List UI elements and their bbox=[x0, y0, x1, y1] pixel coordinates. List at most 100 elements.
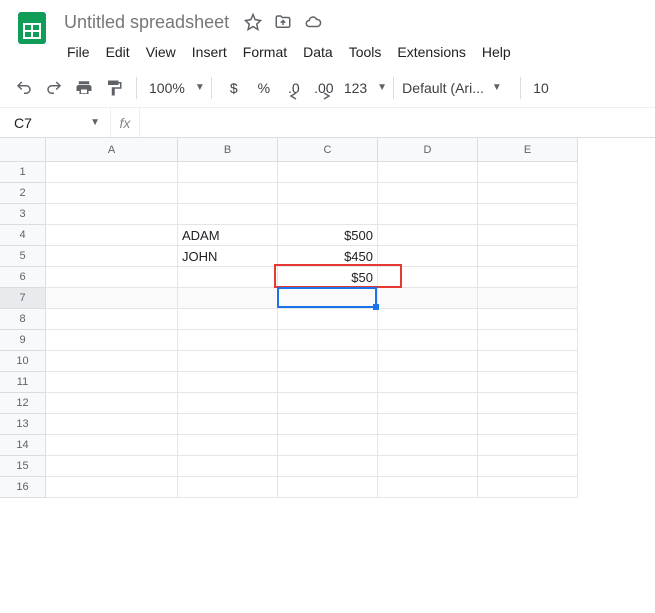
cell-E4[interactable] bbox=[478, 225, 578, 246]
currency-button[interactable]: $ bbox=[220, 74, 248, 102]
column-header-C[interactable]: C bbox=[278, 138, 378, 162]
cell-E14[interactable] bbox=[478, 435, 578, 456]
cell-D5[interactable] bbox=[378, 246, 478, 267]
column-header-B[interactable]: B bbox=[178, 138, 278, 162]
cell-A12[interactable] bbox=[46, 393, 178, 414]
menu-insert[interactable]: Insert bbox=[185, 40, 234, 64]
menu-file[interactable]: File bbox=[60, 40, 97, 64]
row-header-3[interactable]: 3 bbox=[0, 204, 46, 225]
row-header-1[interactable]: 1 bbox=[0, 162, 46, 183]
cell-C6[interactable]: $50 bbox=[278, 267, 378, 288]
cell-C13[interactable] bbox=[278, 414, 378, 435]
name-box[interactable]: C7 ▼ bbox=[0, 115, 110, 131]
cell-B4[interactable]: ADAM bbox=[178, 225, 278, 246]
print-button[interactable] bbox=[70, 74, 98, 102]
cell-B3[interactable] bbox=[178, 204, 278, 225]
cell-C9[interactable] bbox=[278, 330, 378, 351]
row-header-15[interactable]: 15 bbox=[0, 456, 46, 477]
cell-D7[interactable] bbox=[378, 288, 478, 309]
cell-A9[interactable] bbox=[46, 330, 178, 351]
cell-E9[interactable] bbox=[478, 330, 578, 351]
redo-button[interactable] bbox=[40, 74, 68, 102]
cell-B10[interactable] bbox=[178, 351, 278, 372]
cell-A6[interactable] bbox=[46, 267, 178, 288]
menu-extensions[interactable]: Extensions bbox=[390, 40, 472, 64]
cell-D12[interactable] bbox=[378, 393, 478, 414]
cell-C2[interactable] bbox=[278, 183, 378, 204]
cell-C3[interactable] bbox=[278, 204, 378, 225]
row-header-16[interactable]: 16 bbox=[0, 477, 46, 498]
cell-E3[interactable] bbox=[478, 204, 578, 225]
select-all-corner[interactable] bbox=[0, 138, 46, 162]
cell-D6[interactable] bbox=[378, 267, 478, 288]
menu-edit[interactable]: Edit bbox=[99, 40, 137, 64]
cell-E13[interactable] bbox=[478, 414, 578, 435]
cell-D4[interactable] bbox=[378, 225, 478, 246]
row-header-9[interactable]: 9 bbox=[0, 330, 46, 351]
cell-C7[interactable] bbox=[278, 288, 378, 309]
sheets-logo[interactable] bbox=[12, 8, 52, 48]
cell-E11[interactable] bbox=[478, 372, 578, 393]
row-header-10[interactable]: 10 bbox=[0, 351, 46, 372]
cell-C4[interactable]: $500 bbox=[278, 225, 378, 246]
menu-data[interactable]: Data bbox=[296, 40, 340, 64]
cell-C14[interactable] bbox=[278, 435, 378, 456]
cell-D2[interactable] bbox=[378, 183, 478, 204]
cell-C15[interactable] bbox=[278, 456, 378, 477]
cell-E15[interactable] bbox=[478, 456, 578, 477]
zoom-select[interactable]: 100% bbox=[145, 80, 189, 96]
cell-A4[interactable] bbox=[46, 225, 178, 246]
paint-format-button[interactable] bbox=[100, 74, 128, 102]
cell-A2[interactable] bbox=[46, 183, 178, 204]
cell-D13[interactable] bbox=[378, 414, 478, 435]
cell-D11[interactable] bbox=[378, 372, 478, 393]
cell-D14[interactable] bbox=[378, 435, 478, 456]
font-select[interactable]: Default (Ari... ▼ bbox=[402, 80, 512, 96]
cell-A3[interactable] bbox=[46, 204, 178, 225]
percent-button[interactable]: % bbox=[250, 74, 278, 102]
row-header-2[interactable]: 2 bbox=[0, 183, 46, 204]
cell-A15[interactable] bbox=[46, 456, 178, 477]
cell-E7[interactable] bbox=[478, 288, 578, 309]
cell-B2[interactable] bbox=[178, 183, 278, 204]
row-header-6[interactable]: 6 bbox=[0, 267, 46, 288]
cell-D8[interactable] bbox=[378, 309, 478, 330]
cell-B7[interactable] bbox=[178, 288, 278, 309]
cell-C16[interactable] bbox=[278, 477, 378, 498]
row-header-12[interactable]: 12 bbox=[0, 393, 46, 414]
cell-A14[interactable] bbox=[46, 435, 178, 456]
cell-D15[interactable] bbox=[378, 456, 478, 477]
cell-C1[interactable] bbox=[278, 162, 378, 183]
row-header-13[interactable]: 13 bbox=[0, 414, 46, 435]
cell-A11[interactable] bbox=[46, 372, 178, 393]
document-title[interactable]: Untitled spreadsheet bbox=[60, 10, 233, 35]
cell-A10[interactable] bbox=[46, 351, 178, 372]
menu-tools[interactable]: Tools bbox=[342, 40, 389, 64]
row-header-7[interactable]: 7 bbox=[0, 288, 46, 309]
cell-E8[interactable] bbox=[478, 309, 578, 330]
chevron-down-icon[interactable]: ▼ bbox=[373, 82, 385, 93]
cloud-status-icon[interactable] bbox=[303, 12, 323, 32]
cell-A1[interactable] bbox=[46, 162, 178, 183]
row-header-4[interactable]: 4 bbox=[0, 225, 46, 246]
decrease-decimal-button[interactable]: .0 bbox=[280, 74, 308, 102]
cell-A5[interactable] bbox=[46, 246, 178, 267]
cell-E2[interactable] bbox=[478, 183, 578, 204]
star-icon[interactable] bbox=[243, 12, 263, 32]
cell-D9[interactable] bbox=[378, 330, 478, 351]
cell-A13[interactable] bbox=[46, 414, 178, 435]
cell-B13[interactable] bbox=[178, 414, 278, 435]
cell-E5[interactable] bbox=[478, 246, 578, 267]
cell-A7[interactable] bbox=[46, 288, 178, 309]
chevron-down-icon[interactable]: ▼ bbox=[191, 82, 203, 93]
cell-B8[interactable] bbox=[178, 309, 278, 330]
number-format-button[interactable]: 123 bbox=[340, 80, 371, 96]
cell-B6[interactable] bbox=[178, 267, 278, 288]
cell-C10[interactable] bbox=[278, 351, 378, 372]
menu-help[interactable]: Help bbox=[475, 40, 518, 64]
cell-E10[interactable] bbox=[478, 351, 578, 372]
cell-B5[interactable]: JOHN bbox=[178, 246, 278, 267]
cell-D10[interactable] bbox=[378, 351, 478, 372]
cell-E6[interactable] bbox=[478, 267, 578, 288]
row-header-11[interactable]: 11 bbox=[0, 372, 46, 393]
